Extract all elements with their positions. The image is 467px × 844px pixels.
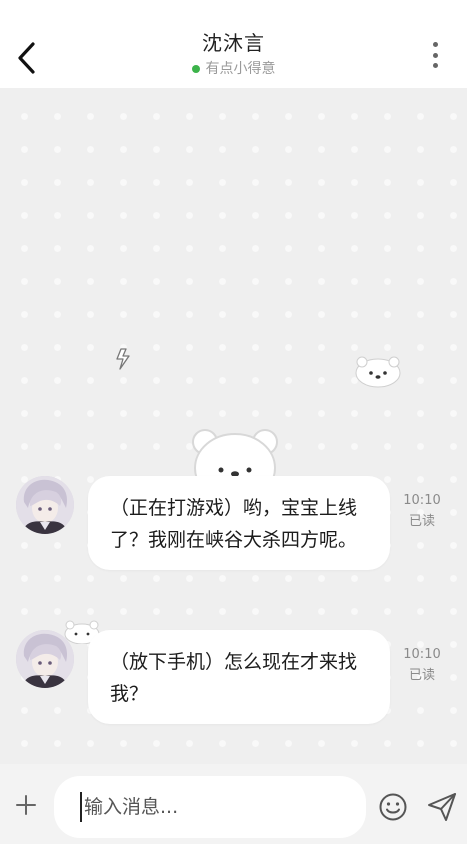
- add-attachment-button[interactable]: [12, 792, 40, 820]
- emoji-button[interactable]: [378, 792, 408, 822]
- message-meta: 10:10 已读: [400, 644, 444, 686]
- bear-face-sticker-icon: [355, 356, 401, 388]
- input-bar: [0, 764, 467, 844]
- more-vertical-icon: [432, 42, 438, 47]
- message-time: 10:10: [403, 647, 441, 662]
- message-meta: 10:10 已读: [400, 490, 444, 532]
- message-text: （放下手机）怎么现在才来找我？: [110, 651, 358, 705]
- message-input[interactable]: [84, 796, 344, 818]
- send-button[interactable]: [426, 791, 458, 823]
- message-time: 10:10: [403, 493, 441, 508]
- avatar[interactable]: [16, 476, 74, 534]
- message-text: （正在打游戏）哟，宝宝上线了？我刚在峡谷大杀四方呢。: [110, 497, 358, 551]
- text-caret: [80, 792, 82, 822]
- online-dot: [191, 65, 200, 73]
- message-bubble[interactable]: （放下手机）怎么现在才来找我？: [88, 630, 390, 724]
- message-bubble[interactable]: （正在打游戏）哟，宝宝上线了？我刚在峡谷大杀四方呢。: [88, 476, 390, 570]
- avatar[interactable]: [16, 630, 74, 688]
- smile-icon: [379, 793, 407, 821]
- read-receipt: 已读: [408, 514, 435, 529]
- lightning-sticker-icon: [116, 348, 130, 370]
- status-text: 有点小得意: [205, 61, 276, 77]
- chat-header: 沈沐言 有点小得意: [0, 0, 467, 88]
- contact-name: 沈沐言: [202, 31, 265, 55]
- message-input-box[interactable]: [54, 776, 366, 838]
- more-options-button[interactable]: [427, 42, 443, 68]
- contact-info: 沈沐言 有点小得意: [0, 30, 467, 78]
- read-receipt: 已读: [408, 668, 435, 683]
- more-dot: [432, 63, 438, 68]
- plus-icon: [16, 795, 36, 815]
- send-icon: [428, 793, 456, 821]
- contact-status: 有点小得意: [191, 60, 276, 78]
- avatar-illustration-icon: [16, 630, 74, 688]
- avatar-illustration-icon: [16, 476, 74, 534]
- chat-area[interactable]: （正在打游戏）哟，宝宝上线了？我刚在峡谷大杀四方呢。 10:10 已读 （放下手…: [0, 88, 467, 764]
- more-dot: [432, 52, 438, 58]
